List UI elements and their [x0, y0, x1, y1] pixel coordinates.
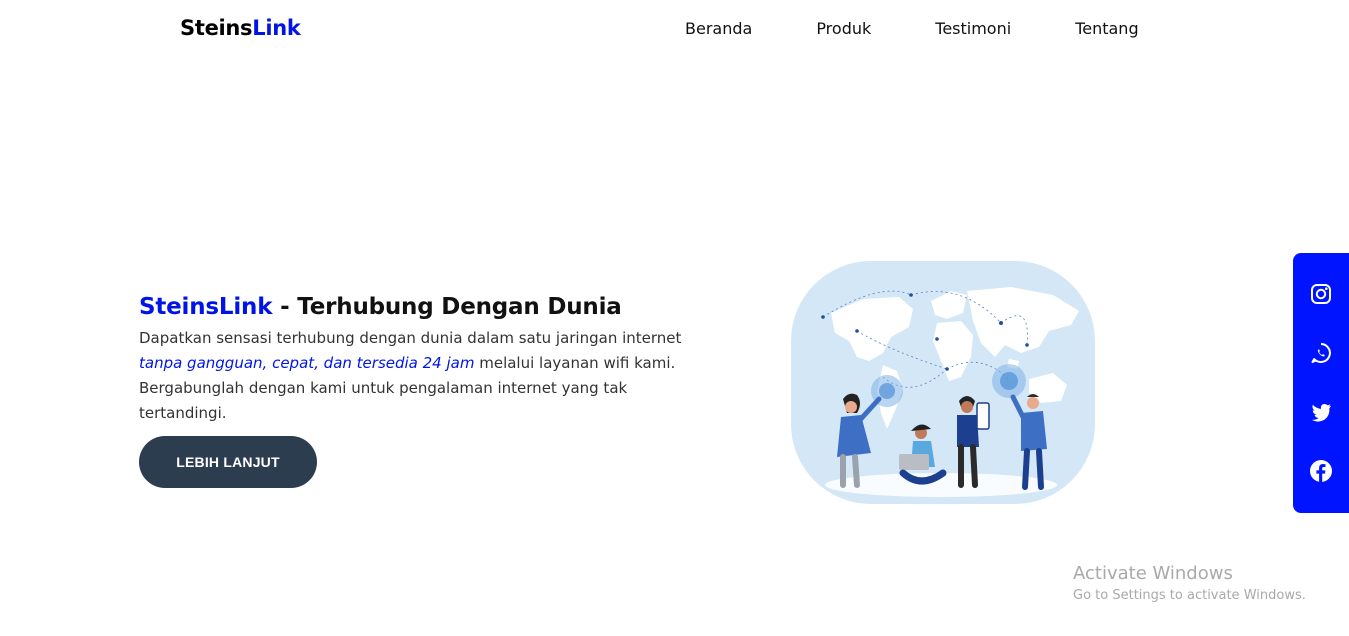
instagram-icon[interactable]	[1309, 282, 1333, 306]
hero-title-accent: SteinsLink	[139, 294, 273, 320]
watermark-subtitle: Go to Settings to activate Windows.	[1073, 588, 1306, 603]
hero-title-rest: - Terhubung Dengan Dunia	[272, 294, 622, 320]
hero-description-start: Dapatkan sensasi terhubung dengan dunia …	[139, 329, 682, 347]
windows-activation-watermark: Activate Windows Go to Settings to activ…	[1073, 563, 1306, 603]
nav-link-testimoni[interactable]: Testimoni	[935, 19, 1011, 38]
person-tablet	[957, 396, 990, 488]
hero-description: Dapatkan sensasi terhubung dengan dunia …	[139, 326, 684, 426]
whatsapp-icon[interactable]	[1309, 341, 1333, 365]
navbar: SteinsLink Beranda Produk Testimoni Tent…	[0, 0, 1349, 60]
brand-logo-part1: Steins	[180, 16, 253, 40]
watermark-title: Activate Windows	[1073, 563, 1233, 584]
nav-link-produk[interactable]: Produk	[816, 19, 871, 38]
person-right	[1010, 394, 1047, 490]
facebook-icon[interactable]	[1309, 459, 1333, 483]
learn-more-button[interactable]: LEBIH LANJUT	[139, 436, 317, 488]
hero-illustration	[791, 261, 1095, 504]
world-map-people-illustration	[821, 287, 1079, 497]
social-sidebar	[1293, 253, 1349, 513]
hero-title: SteinsLink - Terhubung Dengan Dunia	[139, 294, 699, 320]
brand-logo[interactable]: SteinsLink	[180, 16, 301, 40]
hero-section: SteinsLink - Terhubung Dengan Dunia Dapa…	[139, 294, 699, 426]
nav-link-beranda[interactable]: Beranda	[685, 19, 752, 38]
twitter-icon[interactable]	[1309, 400, 1333, 424]
brand-logo-part2: Link	[252, 16, 301, 40]
person-left	[837, 393, 882, 488]
person-sitting	[899, 424, 947, 485]
main-nav: Beranda Produk Testimoni Tentang	[685, 19, 1139, 38]
hero-description-highlight: tanpa gangguan, cepat, dan tersedia 24 j…	[139, 354, 475, 372]
nav-link-tentang[interactable]: Tentang	[1075, 19, 1138, 38]
